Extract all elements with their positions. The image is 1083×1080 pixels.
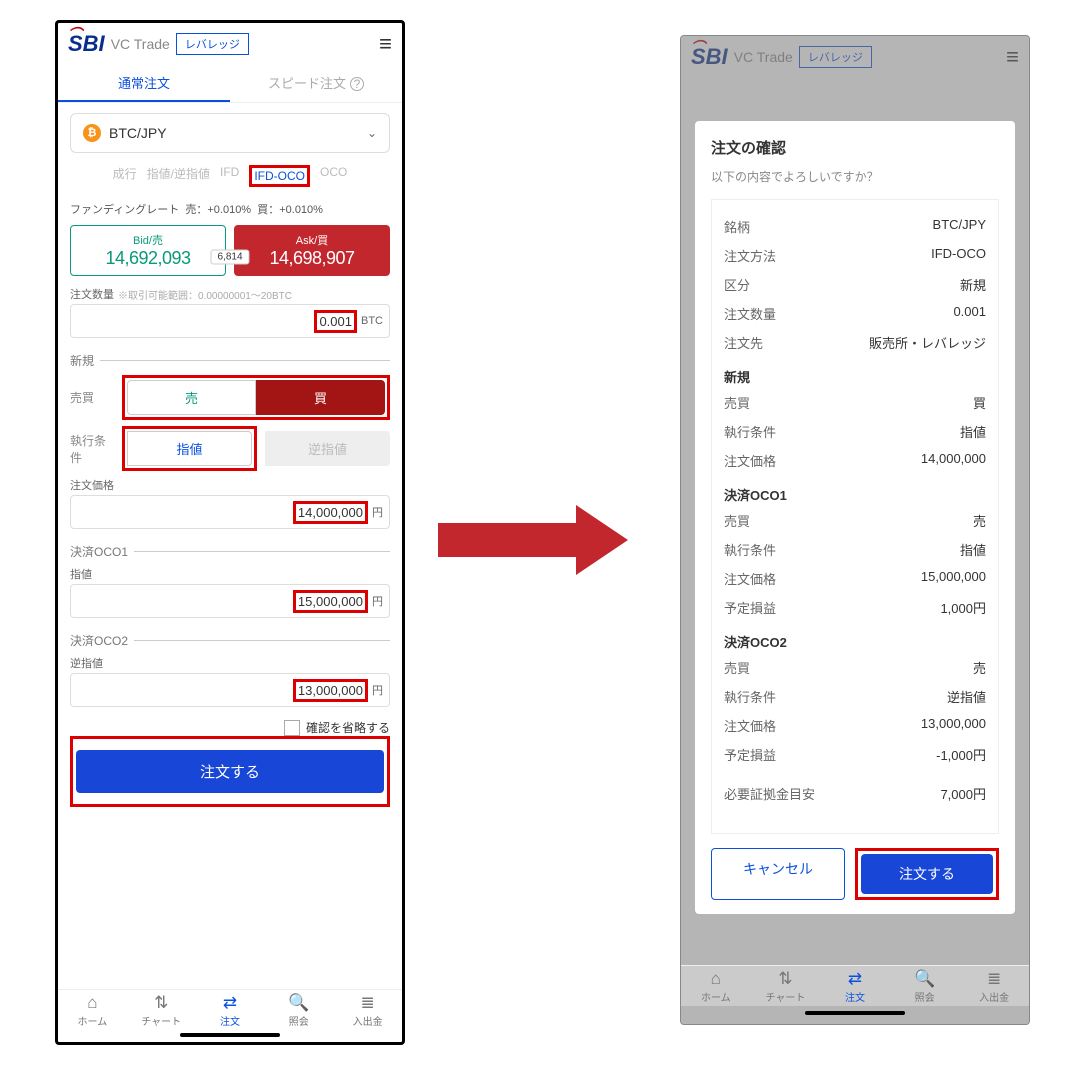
- oco2-price-input[interactable]: 13,000,000 円: [70, 673, 390, 707]
- home-indicator: [180, 1033, 280, 1037]
- section-oco1: 決済OCO1: [70, 543, 390, 560]
- chevron-down-icon: ⌄: [367, 126, 377, 140]
- logo-vctrade: VC Trade: [111, 36, 170, 52]
- submit-button[interactable]: 注文する: [76, 750, 384, 793]
- method-ifd[interactable]: IFD: [220, 165, 239, 187]
- skip-confirm-checkbox[interactable]: [284, 720, 300, 736]
- btc-icon: ₿: [83, 124, 101, 142]
- home-icon: ⌂: [58, 994, 127, 1013]
- order-icon: ⇄: [196, 994, 265, 1013]
- funds-icon: ≣: [333, 994, 402, 1013]
- side-sell[interactable]: 売: [127, 380, 256, 415]
- confirm-modal: 注文の確認 以下の内容でよろしいですか？ 銘柄BTC/JPY 注文方法IFD-O…: [695, 121, 1015, 914]
- bid-panel[interactable]: Bid/売 14,692,093: [70, 225, 226, 276]
- cond-stop[interactable]: 逆指値: [265, 431, 390, 466]
- skip-confirm-row[interactable]: 確認を省略する: [70, 719, 390, 736]
- side-label: 売買: [70, 389, 114, 406]
- pair-symbol: BTC/JPY: [109, 125, 167, 141]
- help-icon[interactable]: ?: [350, 77, 364, 91]
- cond-limit[interactable]: 指値: [127, 431, 252, 466]
- nav-home[interactable]: ⌂ホーム: [58, 994, 127, 1028]
- oco1-limit-label: 指値: [70, 566, 390, 582]
- quote-panel: Bid/売 14,692,093 Ask/買 14,698,907 6,814: [70, 225, 390, 276]
- qty-label: 注文数量※取引可能範囲：0.00000001〜20BTC: [70, 286, 390, 302]
- spread-value: 6,814: [210, 249, 249, 264]
- cancel-button[interactable]: キャンセル: [711, 848, 845, 900]
- confirm-summary: 銘柄BTC/JPY 注文方法IFD-OCO 区分新規 注文数量0.001 注文先…: [711, 199, 999, 834]
- confirm-button[interactable]: 注文する: [861, 854, 993, 894]
- new-price-input[interactable]: 14,000,000 円: [70, 495, 390, 529]
- ask-panel[interactable]: Ask/買 14,698,907: [234, 225, 390, 276]
- funding-rate: ファンディングレート 売：+0.010% 買：+0.010%: [70, 201, 390, 217]
- method-oco[interactable]: OCO: [320, 165, 347, 187]
- order-mode-tabs: 通常注文 スピード注文?: [58, 65, 402, 103]
- nav-inquiry[interactable]: 🔍照会: [264, 994, 333, 1028]
- method-market[interactable]: 成行: [113, 165, 137, 187]
- oco1-price-input[interactable]: 15,000,000 円: [70, 584, 390, 618]
- section-new: 新規: [70, 352, 390, 369]
- tab-speed-order[interactable]: スピード注文?: [230, 65, 402, 102]
- confirm-title: 注文の確認: [711, 137, 999, 158]
- logo-sbi: ⌒SBI: [68, 31, 105, 57]
- order-method-tabs: 成行 指値/逆指値 IFD IFD-OCO OCO: [70, 165, 390, 187]
- order-entry-screen: ⌒SBI VC Trade レバレッジ ≡ 通常注文 スピード注文? ₿ BTC…: [55, 20, 405, 1045]
- method-limit[interactable]: 指値/逆指値: [147, 165, 210, 187]
- cond-label: 執行条件: [70, 432, 114, 466]
- qty-input[interactable]: 0.001 BTC: [70, 304, 390, 338]
- home-indicator: [805, 1011, 905, 1015]
- section-oco2: 決済OCO2: [70, 632, 390, 649]
- search-icon: 🔍: [264, 994, 333, 1013]
- nav-chart[interactable]: ⇅チャート: [127, 994, 196, 1028]
- bottom-nav-bg: ⌂ホーム ⇅チャート ⇄注文 🔍照会 ≣入出金: [681, 965, 1029, 1006]
- confirm-subtitle: 以下の内容でよろしいですか？: [711, 168, 999, 185]
- tab-normal-order[interactable]: 通常注文: [58, 65, 230, 102]
- nav-order[interactable]: ⇄注文: [196, 994, 265, 1028]
- method-ifdoco[interactable]: IFD-OCO: [249, 165, 310, 187]
- pair-selector[interactable]: ₿ BTC/JPY ⌄: [70, 113, 390, 153]
- bottom-nav: ⌂ホーム ⇅チャート ⇄注文 🔍照会 ≣入出金: [58, 989, 402, 1030]
- side-buy[interactable]: 買: [256, 380, 385, 415]
- app-header: ⌒SBI VC Trade レバレッジ ≡: [58, 23, 402, 65]
- new-price-label: 注文価格: [70, 477, 390, 493]
- menu-icon[interactable]: ≡: [379, 31, 392, 57]
- leverage-badge[interactable]: レバレッジ: [176, 33, 249, 55]
- chart-icon: ⇅: [127, 994, 196, 1013]
- oco2-stop-label: 逆指値: [70, 655, 390, 671]
- flow-arrow-icon: [438, 505, 628, 575]
- order-confirm-screen: ⌒SBI VC Trade レバレッジ ≡ 注文の確認 以下の内容でよろしいです…: [680, 35, 1030, 1025]
- nav-funds[interactable]: ≣入出金: [333, 994, 402, 1028]
